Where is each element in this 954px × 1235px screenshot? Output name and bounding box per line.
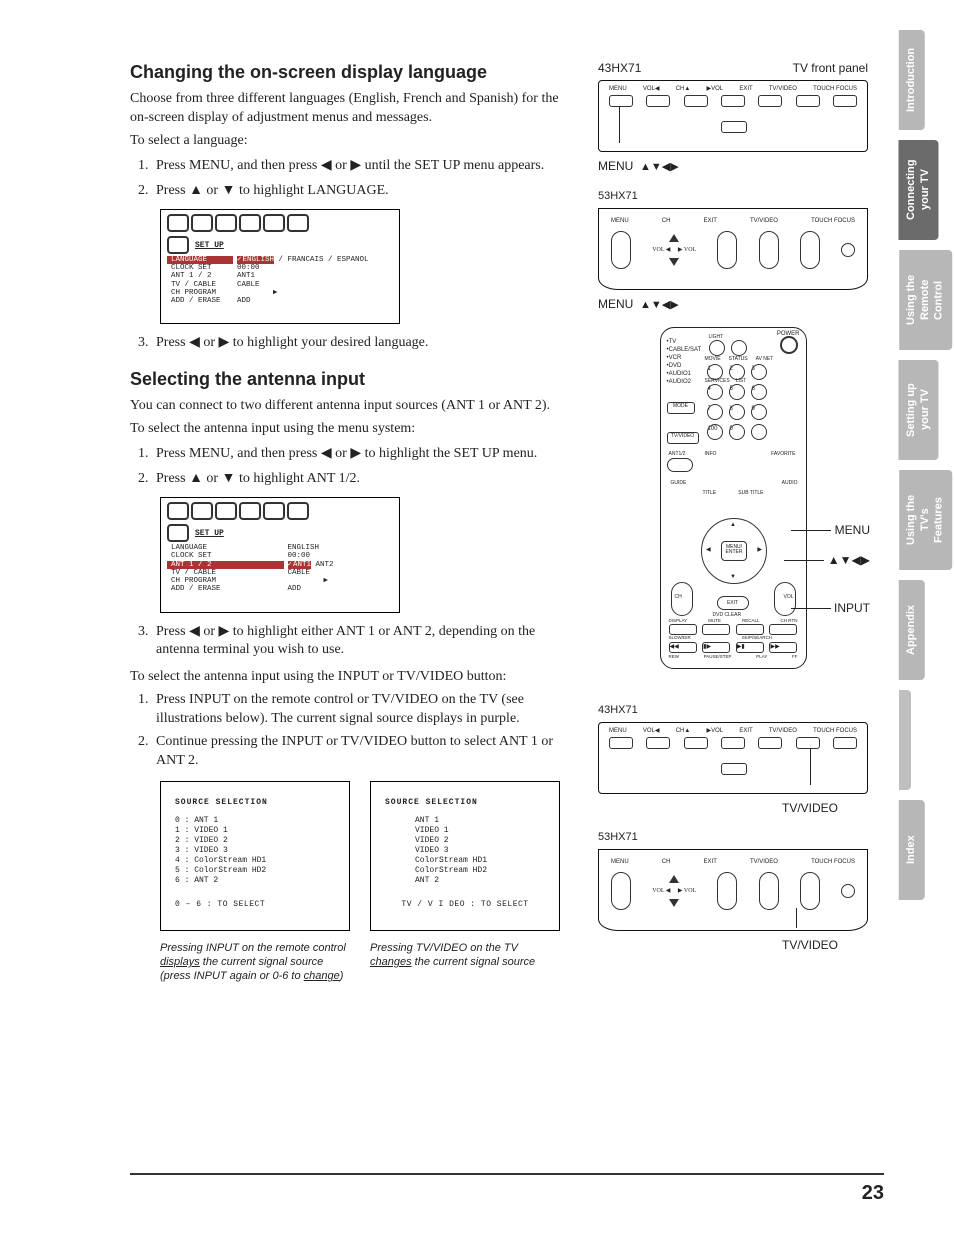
tab-index: Index [899, 800, 925, 900]
para-ant-menu: To select the antenna input using the me… [130, 420, 580, 439]
power-button-icon [780, 336, 798, 354]
source-box-input: SOURCE SELECTION 0 : ANT 1 1 : VIDEO 1 2… [160, 781, 350, 931]
callout-arrows: ▲▼◀▶ [784, 552, 870, 568]
diagram-43-tvvideo-caption: TV/VIDEO [598, 800, 868, 816]
diagram-53-tvvideo-caption: TV/VIDEO [598, 937, 868, 953]
footer-rule [130, 1173, 884, 1175]
tab-introduction: Introduction [899, 30, 925, 130]
heading-antenna: Selecting the antenna input [130, 367, 580, 391]
caption-input: Pressing INPUT on the remote control dis… [160, 941, 350, 984]
lang-step-2: Press ▲ or ▼ to highlight LANGUAGE. [152, 180, 580, 201]
input-step-1: Press INPUT on the remote control or TV/… [152, 691, 580, 729]
tab-remote: Using the Remote Control [899, 250, 952, 350]
diagram-43hx71-panel-menu: MENUVOL◀ CH▲▶VOL EXITTV/VIDEO TOUCH FOCU… [598, 80, 868, 152]
tab-blank [899, 690, 911, 790]
diagram-43-menu-caption: MENU ▲▼◀▶ [598, 158, 868, 175]
source-box-tvvideo: SOURCE SELECTION ANT 1 VIDEO 1 VIDEO 2 V… [370, 781, 560, 931]
tab-appendix: Appendix [899, 580, 925, 680]
tv-front-label-1: TV front panel [793, 60, 868, 76]
caption-tvvideo: Pressing TV/VIDEO on the TV changes the … [370, 941, 560, 984]
ant-step-1: Press MENU, and then press ◀ or ▶ to hig… [152, 443, 580, 464]
heading-language: Changing the on-screen display language [130, 60, 580, 84]
input-step-2: Continue pressing the INPUT or TV/VIDEO … [152, 733, 580, 771]
page-number: 23 [862, 1180, 884, 1207]
osd-antenna-menu: SET UP LANGUAGEENGLISH CLOCK SET00:00 AN… [160, 497, 400, 613]
osd-language-menu: SET UP LANGUAGEENGLISH ENGLISH / FRANCAI… [160, 209, 400, 325]
callout-input: INPUT [791, 600, 870, 616]
para-ant-inputbtn: To select the antenna input using the IN… [130, 668, 580, 687]
diagram-53-menu-caption: MENU ▲▼◀▶ [598, 296, 868, 313]
model-53-label-1: 53HX71 [598, 189, 868, 204]
tab-setup: Setting up your TV [899, 360, 939, 460]
para-lang-intro: Choose from three different languages (E… [130, 90, 580, 128]
tab-connecting: Connecting your TV [899, 140, 939, 240]
para-ant-intro: You can connect to two different antenna… [130, 397, 580, 416]
model-43-label-2: 43HX71 [598, 703, 868, 718]
para-lang-to-select: To select a language: [130, 132, 580, 151]
diagram-remote: •TV •CABLE/SAT •VCR •DVD •AUDIO1 •AUDIO2… [660, 327, 807, 669]
diagram-53hx71-panel-tvvideo: MENUCH EXITTV/VIDEO TOUCH FOCUS VOL ◀ ▶ … [598, 849, 868, 931]
tab-features: Using the TV's Features [899, 470, 952, 570]
lang-step-3: Press ◀ or ▶ to highlight your desired l… [152, 332, 580, 353]
ant-step-3: Press ◀ or ▶ to highlight either ANT 1 o… [152, 621, 580, 661]
dpad-icon: ▲ ▼ ◀ ▶ MENU/ ENTER [701, 518, 767, 584]
callout-menu: MENU [791, 522, 870, 538]
diagram-43hx71-panel-tvvideo: MENUVOL◀ CH▲▶VOL EXITTV/VIDEO TOUCH FOCU… [598, 722, 868, 794]
lang-step-1: Press MENU, and then press ◀ or ▶ until … [152, 155, 580, 176]
diagram-53hx71-panel-menu: MENUCH EXITTV/VIDEO TOUCH FOCUS VOL ◀ ▶ … [598, 208, 868, 290]
source-selection-pair: SOURCE SELECTION 0 : ANT 1 1 : VIDEO 1 2… [160, 781, 580, 931]
side-tabs: Introduction Connecting your TV Using th… [899, 30, 954, 910]
model-53-label-2: 53HX71 [598, 830, 868, 845]
model-43-label-1: 43HX71 [598, 60, 641, 76]
ant-step-2: Press ▲ or ▼ to highlight ANT 1/2. [152, 468, 580, 489]
